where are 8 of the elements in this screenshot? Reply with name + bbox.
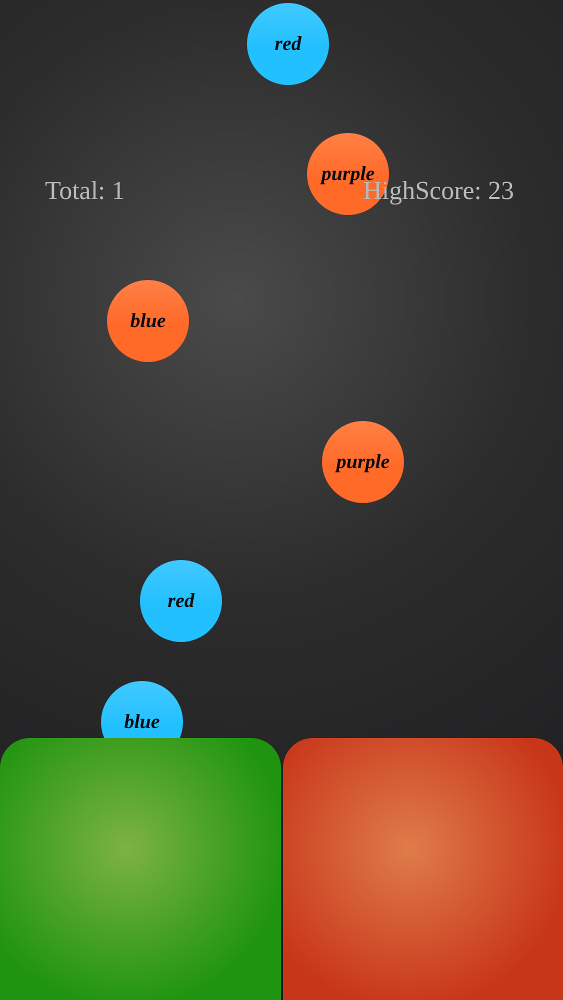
ball-label: red bbox=[168, 590, 194, 612]
color-pad-button[interactable] bbox=[0, 738, 280, 1000]
ball-label: blue bbox=[124, 710, 160, 734]
total-score: Total: 1 bbox=[45, 176, 125, 206]
ball-label: blue bbox=[130, 310, 166, 332]
ball-label: purple bbox=[336, 450, 390, 474]
color-pad-button[interactable] bbox=[282, 738, 563, 1000]
ball-label: red bbox=[274, 32, 302, 56]
